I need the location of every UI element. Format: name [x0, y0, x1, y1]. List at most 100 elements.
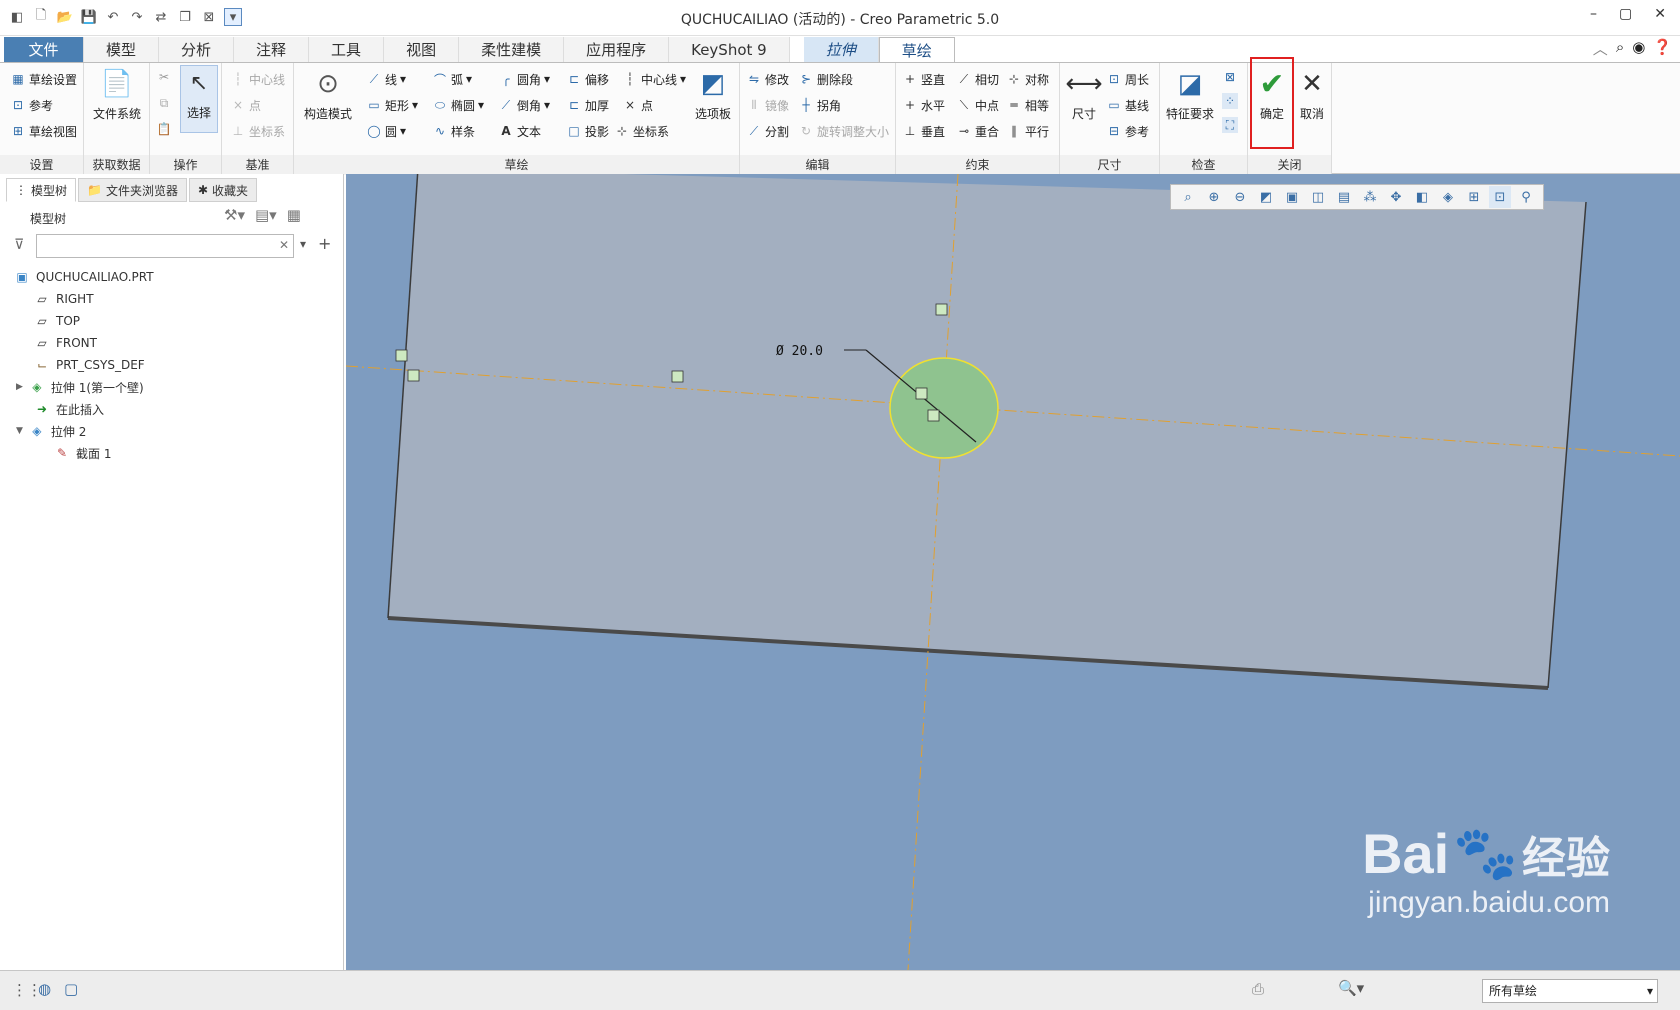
vertical-constraint-button[interactable]: + 竖直	[902, 69, 945, 89]
diameter-dimension[interactable]: Ø 20.0	[776, 344, 823, 359]
tree-item-front[interactable]: ▱ FRONT	[34, 332, 97, 354]
tree-columns-icon[interactable]: ▦	[287, 206, 301, 224]
tree-item-section-1[interactable]: ✎ 截面 1	[54, 442, 111, 464]
datum-point-button[interactable]: × 点	[230, 95, 261, 115]
datum-csys-button[interactable]: ⊥ 坐标系	[230, 121, 285, 141]
tab-file[interactable]: 文件	[4, 37, 84, 62]
tab-model[interactable]: 模型	[84, 37, 160, 62]
cancel-button[interactable]: ✕ 取消	[1294, 67, 1330, 122]
overlapping-geometry-button[interactable]: ⊠	[1222, 67, 1238, 87]
sketch-view-icon[interactable]: ◈	[1437, 186, 1459, 208]
tree-item-csys[interactable]: ⌙ PRT_CSYS_DEF	[34, 354, 145, 376]
search-icon[interactable]: ⌕	[1616, 38, 1624, 59]
rectangle-button[interactable]: ▭ 矩形 ▾	[366, 95, 418, 115]
browser-icon[interactable]: ◍	[38, 980, 51, 998]
tree-search-input[interactable]: ✕	[36, 234, 294, 258]
zoom-in-icon[interactable]: ⊕	[1203, 186, 1225, 208]
repaint-icon[interactable]: ◩	[1255, 186, 1277, 208]
equal-constraint-button[interactable]: ═ 相等	[1006, 95, 1049, 115]
coordinate-system-button[interactable]: ⊹ 坐标系	[614, 121, 669, 141]
text-button[interactable]: A 文本	[498, 121, 541, 141]
rotate-resize-button[interactable]: ↻ 旋转调整大小	[798, 121, 889, 141]
tab-sketch[interactable]: 草绘	[878, 37, 955, 62]
add-icon[interactable]: +	[318, 234, 331, 253]
spline-button[interactable]: ∿ 样条	[432, 121, 475, 141]
tree-item-extrude-2[interactable]: ▼ ◈ 拉伸 2	[16, 420, 86, 442]
sketch-display-filters-icon[interactable]: ⊞	[1463, 186, 1485, 208]
graphics-area[interactable]: Ø 20.0 ⌕ ⊕ ⊖ ◩ ▣ ◫ ▤ ⁂ ✥ ◧ ◈ ⊞ ⊡ ⚲ Bai 🐾…	[346, 174, 1680, 970]
tab-folder-browser[interactable]: 📁 文件夹浏览器	[78, 178, 187, 202]
baseline-button[interactable]: ▭ 基线	[1106, 95, 1149, 115]
tree-item-top[interactable]: ▱ TOP	[34, 310, 80, 332]
tree-settings-icon[interactable]: ⚒▾	[224, 206, 245, 224]
group-label-inspect[interactable]: 检查	[1160, 155, 1247, 175]
corner-button[interactable]: ┼ 拐角	[798, 95, 841, 115]
tab-extrude[interactable]: 拉伸	[803, 37, 879, 62]
tangent-constraint-button[interactable]: ⟋ 相切	[956, 69, 999, 89]
tab-keyshot[interactable]: KeyShot 9	[669, 37, 790, 62]
expand-arrow-icon[interactable]: ▶	[16, 382, 23, 392]
datum-display-icon[interactable]: ⁂	[1359, 186, 1381, 208]
selection-filter-select[interactable]: 所有草绘 ▾	[1482, 979, 1658, 1003]
refit-icon[interactable]: ⌕	[1177, 186, 1199, 208]
group-label-constrain[interactable]: 约束	[896, 155, 1059, 175]
parallel-constraint-button[interactable]: ∥ 平行	[1006, 121, 1049, 141]
clear-icon[interactable]: ✕	[279, 238, 289, 252]
sketch-view-button[interactable]: ⊞ 草绘视图	[10, 121, 77, 141]
help-icon[interactable]: ❓	[1653, 38, 1672, 59]
zoom-out-icon[interactable]: ⊖	[1229, 186, 1251, 208]
view-manager-icon[interactable]: ▤	[1333, 186, 1355, 208]
copy-button[interactable]: ⧉	[156, 93, 172, 113]
select-button[interactable]: ↖ 选择	[180, 65, 218, 133]
divide-button[interactable]: ⟋ 分割	[746, 121, 789, 141]
dimension-button[interactable]: ⟷ 尺寸	[1064, 67, 1104, 122]
tab-view[interactable]: 视图	[384, 37, 460, 62]
thicken-button[interactable]: ⊏ 加厚	[566, 95, 609, 115]
saved-orientations-icon[interactable]: ◫	[1307, 186, 1329, 208]
circle-button[interactable]: ◯ 圆 ▾	[366, 121, 406, 141]
midpoint-constraint-button[interactable]: ⟍ 中点	[956, 95, 999, 115]
community-icon[interactable]: ◉	[1632, 38, 1645, 59]
perimeter-button[interactable]: ⊡ 周长	[1106, 69, 1149, 89]
point-button[interactable]: × 点	[622, 95, 653, 115]
line-button[interactable]: ⟋ 线 ▾	[366, 69, 406, 89]
minimize-icon[interactable]: –	[1590, 6, 1597, 22]
feature-requirements-button[interactable]: ◪ 特征要求	[1162, 67, 1218, 122]
display-style-icon[interactable]: ▣	[1281, 186, 1303, 208]
tab-applications[interactable]: 应用程序	[564, 37, 670, 62]
reference-dimension-button[interactable]: ⊟ 参考	[1106, 121, 1149, 141]
tab-flexible-modeling[interactable]: 柔性建模	[459, 37, 565, 62]
palette-button[interactable]: ◩ 选项板	[690, 67, 736, 122]
sketch-circle[interactable]	[889, 357, 999, 459]
highlight-open-ends-button[interactable]: ⁘	[1222, 91, 1238, 111]
symmetric-constraint-button[interactable]: ⊹ 对称	[1006, 69, 1049, 89]
references-button[interactable]: ⊡ 参考	[10, 95, 53, 115]
chamfer-button[interactable]: ⟋ 倒角 ▾	[498, 95, 550, 115]
centerline-button[interactable]: ┆ 中心线 ▾	[622, 69, 686, 89]
tree-item-extrude-1[interactable]: ▶ ◈ 拉伸 1(第一个壁)	[16, 376, 144, 398]
group-label-dimension[interactable]: 尺寸	[1060, 155, 1159, 175]
ok-button[interactable]: ✔ 确定	[1250, 57, 1294, 149]
spin-center-icon[interactable]: ✥	[1385, 186, 1407, 208]
paste-button[interactable]: 📋	[156, 119, 172, 139]
coincident-constraint-button[interactable]: ⊸ 重合	[956, 121, 999, 141]
shade-closed-loops-button[interactable]: ⛶	[1222, 115, 1238, 135]
cut-button[interactable]: ✂	[156, 67, 172, 87]
group-label-operations[interactable]: 操作	[150, 155, 221, 175]
tab-analysis[interactable]: 分析	[159, 37, 235, 62]
tree-item-insert-here[interactable]: ➜ 在此插入	[34, 398, 104, 420]
maximize-icon[interactable]: ▢	[1619, 6, 1632, 22]
tab-annotate[interactable]: 注释	[234, 37, 310, 62]
sketch-setup-button[interactable]: ▦ 草绘设置	[10, 69, 77, 89]
arc-button[interactable]: ⌒ 弧 ▾	[432, 69, 472, 89]
mirror-button[interactable]: ⫴ 镜像	[746, 95, 789, 115]
tab-model-tree[interactable]: ⋮ 模型树	[6, 178, 77, 202]
horizontal-constraint-button[interactable]: + 水平	[902, 95, 945, 115]
annotation-display-icon[interactable]: ◧	[1411, 186, 1433, 208]
constraint-display-icon[interactable]: ⚲	[1515, 186, 1537, 208]
collapse-arrow-icon[interactable]: ▼	[16, 426, 23, 436]
full-screen-icon[interactable]: ▢	[64, 980, 78, 998]
perpendicular-constraint-button[interactable]: ⊥ 垂直	[902, 121, 945, 141]
tree-show-icon[interactable]: ▤▾	[255, 206, 277, 224]
tab-favorites[interactable]: ✱ 收藏夹	[188, 178, 258, 202]
